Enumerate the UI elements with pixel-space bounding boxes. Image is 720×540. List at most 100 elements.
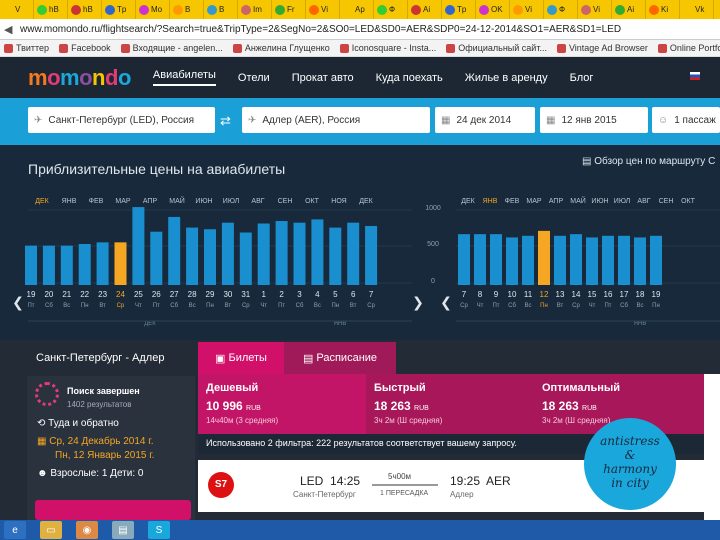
day-label: 7 <box>462 290 467 299</box>
browser-tab[interactable]: B <box>204 0 238 19</box>
bookmark-icon <box>120 43 130 53</box>
day-label: 19 <box>652 290 661 299</box>
browser-tab[interactable]: Fr <box>272 0 306 19</box>
price-bar <box>538 230 550 285</box>
browser-tab[interactable]: Ф <box>544 0 578 19</box>
favicon-icon <box>309 4 319 15</box>
browser-tab[interactable]: Vi <box>510 0 544 19</box>
browser-tab[interactable]: Ap <box>340 0 374 19</box>
browser-tab[interactable]: Ai <box>408 0 442 19</box>
bookmark-item[interactable]: Facebook <box>59 43 111 53</box>
bookmark-item[interactable]: Iconosquare - Insta... <box>339 43 436 53</box>
duration: 5ч00м <box>388 472 412 481</box>
bookmark-label: Входящие - angelen... <box>132 43 223 53</box>
weekday-label: Сб <box>620 303 628 309</box>
nav-rentals[interactable]: Жилье в аренду <box>465 72 548 84</box>
return-date-field[interactable]: ▦ 12 янв 2015 <box>540 107 648 133</box>
weekday-label: Пт <box>153 303 160 309</box>
left-month-label: НОЯ <box>331 198 346 205</box>
roundtrip-icon: ⟲ <box>37 418 49 429</box>
right-month-label: ИЮЛ <box>614 198 631 205</box>
bookmark-item[interactable]: Твиттер <box>4 43 49 53</box>
weekday-label: Ср <box>242 303 250 309</box>
favicon-icon <box>343 4 353 15</box>
weekday-label: Чт <box>135 303 142 309</box>
left-month-label: МАР <box>115 198 131 205</box>
russia-flag-icon[interactable] <box>690 72 700 80</box>
bookmark-label: Facebook <box>71 43 111 53</box>
back-icon[interactable]: ◀ <box>4 23 20 36</box>
tab-label: Ф <box>389 5 396 14</box>
result-count: 1402 результатов <box>67 400 132 409</box>
bookmark-label: Online Portfo <box>669 43 720 53</box>
destination-field[interactable]: ✈ Адлер (AER), Россия <box>242 107 430 133</box>
logo-letter: n <box>92 64 105 90</box>
browser-tab[interactable]: OK <box>476 0 510 19</box>
spinner-icon <box>35 382 59 406</box>
nav-where-to-go[interactable]: Куда поехать <box>376 72 443 84</box>
card-cheapest[interactable]: Дешевый 10 996 RUB 14ч40м (3 средняя) <box>198 374 366 434</box>
price-bar <box>150 231 163 285</box>
bookmark-item[interactable]: Vintage Ad Browser <box>556 43 648 53</box>
document-icon[interactable]: ▤ <box>112 521 134 539</box>
favicon-icon <box>241 4 251 15</box>
swap-icon[interactable]: ⇄ <box>220 113 231 129</box>
browser-tab[interactable]: V <box>0 0 34 19</box>
browser-tab[interactable]: Im <box>238 0 272 19</box>
right-month-label: МАР <box>526 198 542 205</box>
nav-flights[interactable]: Авиабилеты <box>152 69 216 86</box>
nav-blog[interactable]: Блог <box>570 72 594 84</box>
antistress-badge: antistress & harmony in city <box>584 418 676 510</box>
origin-field[interactable]: ✈ Санкт-Петербург (LED), Россия <box>28 107 215 133</box>
browser-tab[interactable]: Mo <box>136 0 170 19</box>
skype-icon[interactable]: S <box>148 521 170 539</box>
price-bar <box>275 221 288 285</box>
tab-label: B <box>185 5 191 14</box>
browser-tab[interactable]: Vk <box>680 0 714 19</box>
browser-tab[interactable]: Vi <box>306 0 340 19</box>
card-fastest[interactable]: Быстрый 18 263 RUB 3ч 2м (Ш средняя) <box>366 374 534 434</box>
depart-date-field[interactable]: ▦ 24 дек 2014 <box>435 107 535 133</box>
price-bar <box>474 234 486 285</box>
url-field[interactable]: www.momondo.ru/flightsearch/?Search=true… <box>20 24 716 35</box>
modify-search-button[interactable] <box>35 500 191 520</box>
tab-schedule[interactable]: ▤ Расписание <box>284 342 396 374</box>
nav-hotels[interactable]: Отели <box>238 72 270 84</box>
tab-tickets[interactable]: ▣ Билеты <box>198 342 284 374</box>
browser-tab[interactable]: Tp <box>442 0 476 19</box>
day-label: 20 <box>44 290 53 299</box>
left-arrow-icon[interactable]: ❮ <box>12 295 24 311</box>
weekday-label: Пн <box>331 303 339 309</box>
ie-icon[interactable]: e <box>4 521 26 539</box>
folder-icon[interactable]: ▭ <box>40 521 62 539</box>
browser-tab[interactable]: Vi <box>578 0 612 19</box>
bookmark-item[interactable]: Online Portfo <box>657 43 720 53</box>
bookmark-item[interactable]: Официальный сайт... <box>446 43 547 53</box>
bookmark-item[interactable]: Анжелина Глущенко <box>232 43 330 53</box>
browser-tab[interactable]: hB <box>68 0 102 19</box>
browser-tab[interactable]: Ai <box>612 0 646 19</box>
chrome-icon[interactable]: ◉ <box>76 521 98 539</box>
tab-label: Vi <box>525 5 532 14</box>
browser-tab[interactable]: Ф <box>374 0 408 19</box>
calendar-icon: ▦ <box>441 114 451 126</box>
browser-tab[interactable]: hB <box>34 0 68 19</box>
windows-taskbar: e ▭ ◉ ▤ S <box>0 520 720 540</box>
day-label: 12 <box>540 290 549 299</box>
bookmark-icon <box>556 43 566 53</box>
momondo-logo[interactable]: momondo <box>28 65 131 91</box>
bookmark-item[interactable]: Входящие - angelen... <box>120 43 223 53</box>
left-arrow-icon[interactable]: ❮ <box>440 295 452 311</box>
nav-car-rental[interactable]: Прокат авто <box>292 72 354 84</box>
weekday-label: Пт <box>492 303 499 309</box>
browser-tab[interactable]: B <box>170 0 204 19</box>
weekday-label: Ср <box>117 303 125 309</box>
weekday-label: Пт <box>278 303 285 309</box>
browser-tab[interactable]: Tp <box>102 0 136 19</box>
favicon-icon <box>547 4 557 15</box>
passengers-field[interactable]: ☺ 1 пассаж <box>652 107 720 133</box>
price-bar <box>25 245 37 285</box>
favicon-icon <box>683 4 693 15</box>
browser-tab[interactable]: Ki <box>646 0 680 19</box>
right-arrow-icon[interactable]: ❯ <box>412 295 424 311</box>
